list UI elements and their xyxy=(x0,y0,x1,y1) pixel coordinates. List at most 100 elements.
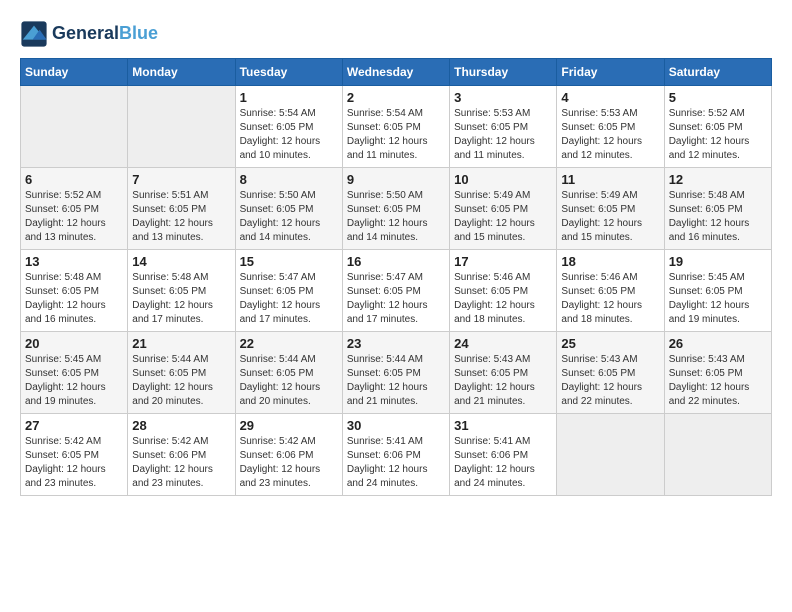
day-number: 10 xyxy=(454,172,552,187)
day-number: 19 xyxy=(669,254,767,269)
day-number: 17 xyxy=(454,254,552,269)
calendar-cell: 20 Sunrise: 5:45 AMSunset: 6:05 PMDayligh… xyxy=(21,332,128,414)
day-number: 25 xyxy=(561,336,659,351)
day-number: 1 xyxy=(240,90,338,105)
calendar-cell: 26Sunrise: 5:43 AMSunset: 6:05 PMDayligh… xyxy=(664,332,771,414)
header-sunday: Sunday xyxy=(21,59,128,86)
day-info: Sunrise: 5:47 AMSunset: 6:05 PMDaylight:… xyxy=(347,271,445,327)
day-info: Sunrise: 5:51 AMSunset: 6:05 PMDaylight:… xyxy=(132,189,230,245)
calendar-cell: 14 Sunrise: 5:48 AMSunset: 6:05 PMDayligh… xyxy=(128,250,235,332)
day-number: 7 xyxy=(132,172,230,187)
day-number: 2 xyxy=(347,90,445,105)
header-monday: Monday xyxy=(128,59,235,86)
day-number: 16 xyxy=(347,254,445,269)
day-info: Sunrise: 5:42 AMSunset: 6:05 PMDaylight:… xyxy=(25,435,123,491)
calendar-cell: 23 Sunrise: 5:44 AMSunset: 6:05 PMDayligh… xyxy=(342,332,449,414)
calendar-cell xyxy=(664,414,771,496)
header-tuesday: Tuesday xyxy=(235,59,342,86)
header-saturday: Saturday xyxy=(664,59,771,86)
day-info: Sunrise: 5:44 AMSunset: 6:05 PMDaylight:… xyxy=(240,353,338,409)
calendar-cell: 5 Sunrise: 5:52 AMSunset: 6:05 PMDaylight… xyxy=(664,86,771,168)
calendar-week-row: 20 Sunrise: 5:45 AMSunset: 6:05 PMDayligh… xyxy=(21,332,772,414)
day-number: 24 xyxy=(454,336,552,351)
logo-icon xyxy=(20,20,48,48)
calendar-table: SundayMondayTuesdayWednesdayThursdayFrid… xyxy=(20,58,772,496)
calendar-cell: 1 Sunrise: 5:54 AMSunset: 6:05 PMDaylight… xyxy=(235,86,342,168)
calendar-cell: 27 Sunrise: 5:42 AMSunset: 6:05 PMDayligh… xyxy=(21,414,128,496)
day-number: 15 xyxy=(240,254,338,269)
day-number: 28 xyxy=(132,418,230,433)
day-number: 30 xyxy=(347,418,445,433)
page-header: GeneralBlue xyxy=(20,20,772,48)
day-info: Sunrise: 5:53 AMSunset: 6:05 PMDaylight:… xyxy=(454,107,552,163)
calendar-cell: 22 Sunrise: 5:44 AMSunset: 6:05 PMDayligh… xyxy=(235,332,342,414)
calendar-week-row: 6 Sunrise: 5:52 AMSunset: 6:05 PMDaylight… xyxy=(21,168,772,250)
day-info: Sunrise: 5:49 AMSunset: 6:05 PMDaylight:… xyxy=(561,189,659,245)
calendar-cell: 18 Sunrise: 5:46 AMSunset: 6:05 PMDayligh… xyxy=(557,250,664,332)
day-number: 20 xyxy=(25,336,123,351)
day-number: 27 xyxy=(25,418,123,433)
day-info: Sunrise: 5:49 AMSunset: 6:05 PMDaylight:… xyxy=(454,189,552,245)
calendar-cell: 21 Sunrise: 5:44 AMSunset: 6:05 PMDayligh… xyxy=(128,332,235,414)
day-info: Sunrise: 5:41 AMSunset: 6:06 PMDaylight:… xyxy=(347,435,445,491)
day-info: Sunrise: 5:42 AMSunset: 6:06 PMDaylight:… xyxy=(240,435,338,491)
calendar-cell: 31 Sunrise: 5:41 AMSunset: 6:06 PMDayligh… xyxy=(450,414,557,496)
calendar-cell: 6 Sunrise: 5:52 AMSunset: 6:05 PMDaylight… xyxy=(21,168,128,250)
day-number: 12 xyxy=(669,172,767,187)
day-number: 14 xyxy=(132,254,230,269)
day-number: 21 xyxy=(132,336,230,351)
calendar-cell: 10 Sunrise: 5:49 AMSunset: 6:05 PMDayligh… xyxy=(450,168,557,250)
day-info: Sunrise: 5:43 AMSunset: 6:05 PMDaylight:… xyxy=(561,353,659,409)
day-info: Sunrise: 5:47 AMSunset: 6:05 PMDaylight:… xyxy=(240,271,338,327)
day-info: Sunrise: 5:43 AMSunset: 6:05 PMDaylight:… xyxy=(454,353,552,409)
calendar-cell xyxy=(21,86,128,168)
day-number: 4 xyxy=(561,90,659,105)
calendar-cell: 4Sunrise: 5:53 AMSunset: 6:05 PMDaylight… xyxy=(557,86,664,168)
day-number: 8 xyxy=(240,172,338,187)
day-info: Sunrise: 5:52 AMSunset: 6:05 PMDaylight:… xyxy=(25,189,123,245)
calendar-cell: 7 Sunrise: 5:51 AMSunset: 6:05 PMDaylight… xyxy=(128,168,235,250)
calendar-cell: 29Sunrise: 5:42 AMSunset: 6:06 PMDayligh… xyxy=(235,414,342,496)
day-info: Sunrise: 5:45 AMSunset: 6:05 PMDaylight:… xyxy=(25,353,123,409)
day-info: Sunrise: 5:42 AMSunset: 6:06 PMDaylight:… xyxy=(132,435,230,491)
calendar-cell: 13Sunrise: 5:48 AMSunset: 6:05 PMDayligh… xyxy=(21,250,128,332)
day-info: Sunrise: 5:50 AMSunset: 6:05 PMDaylight:… xyxy=(240,189,338,245)
day-info: Sunrise: 5:44 AMSunset: 6:05 PMDaylight:… xyxy=(347,353,445,409)
day-info: Sunrise: 5:45 AMSunset: 6:05 PMDaylight:… xyxy=(669,271,767,327)
day-number: 31 xyxy=(454,418,552,433)
day-info: Sunrise: 5:46 AMSunset: 6:05 PMDaylight:… xyxy=(454,271,552,327)
calendar-week-row: 13Sunrise: 5:48 AMSunset: 6:05 PMDayligh… xyxy=(21,250,772,332)
day-info: Sunrise: 5:54 AMSunset: 6:05 PMDaylight:… xyxy=(240,107,338,163)
day-info: Sunrise: 5:48 AMSunset: 6:05 PMDaylight:… xyxy=(669,189,767,245)
day-number: 22 xyxy=(240,336,338,351)
day-info: Sunrise: 5:41 AMSunset: 6:06 PMDaylight:… xyxy=(454,435,552,491)
calendar-cell: 8 Sunrise: 5:50 AMSunset: 6:05 PMDaylight… xyxy=(235,168,342,250)
day-number: 11 xyxy=(561,172,659,187)
header-friday: Friday xyxy=(557,59,664,86)
calendar-cell xyxy=(128,86,235,168)
day-info: Sunrise: 5:52 AMSunset: 6:05 PMDaylight:… xyxy=(669,107,767,163)
calendar-cell: 15 Sunrise: 5:47 AMSunset: 6:05 PMDayligh… xyxy=(235,250,342,332)
logo-text: GeneralBlue xyxy=(52,24,158,44)
calendar-cell: 24 Sunrise: 5:43 AMSunset: 6:05 PMDayligh… xyxy=(450,332,557,414)
calendar-cell xyxy=(557,414,664,496)
calendar-cell: 9Sunrise: 5:50 AMSunset: 6:05 PMDaylight… xyxy=(342,168,449,250)
day-info: Sunrise: 5:46 AMSunset: 6:05 PMDaylight:… xyxy=(561,271,659,327)
header-wednesday: Wednesday xyxy=(342,59,449,86)
calendar-week-row: 27 Sunrise: 5:42 AMSunset: 6:05 PMDayligh… xyxy=(21,414,772,496)
calendar-cell: 25 Sunrise: 5:43 AMSunset: 6:05 PMDayligh… xyxy=(557,332,664,414)
day-info: Sunrise: 5:54 AMSunset: 6:05 PMDaylight:… xyxy=(347,107,445,163)
day-number: 6 xyxy=(25,172,123,187)
day-info: Sunrise: 5:48 AMSunset: 6:05 PMDaylight:… xyxy=(132,271,230,327)
calendar-cell: 3 Sunrise: 5:53 AMSunset: 6:05 PMDaylight… xyxy=(450,86,557,168)
day-number: 23 xyxy=(347,336,445,351)
day-number: 5 xyxy=(669,90,767,105)
day-number: 3 xyxy=(454,90,552,105)
calendar-cell: 30 Sunrise: 5:41 AMSunset: 6:06 PMDayligh… xyxy=(342,414,449,496)
calendar-cell: 19 Sunrise: 5:45 AMSunset: 6:05 PMDayligh… xyxy=(664,250,771,332)
day-info: Sunrise: 5:44 AMSunset: 6:05 PMDaylight:… xyxy=(132,353,230,409)
day-number: 18 xyxy=(561,254,659,269)
day-info: Sunrise: 5:48 AMSunset: 6:05 PMDaylight:… xyxy=(25,271,123,327)
day-number: 26 xyxy=(669,336,767,351)
logo: GeneralBlue xyxy=(20,20,158,48)
